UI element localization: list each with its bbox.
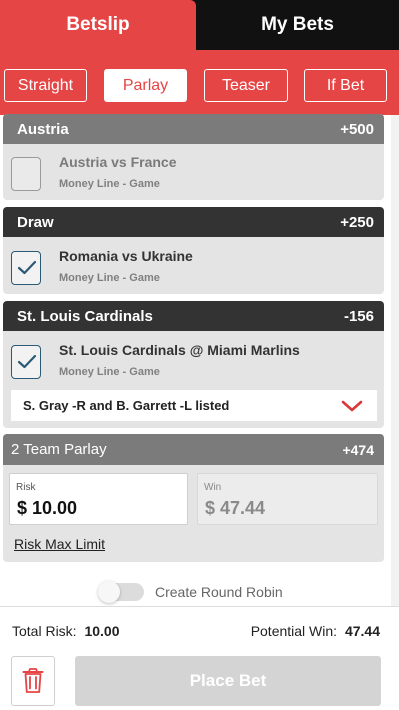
bet-type-straight-button[interactable]: Straight [4,69,87,102]
bet-type-bar: Straight Parlay Teaser If Bet [0,50,399,115]
total-risk-label: Total Risk: [12,623,77,639]
risk-input[interactable]: Risk $ 10.00 [9,473,188,525]
selection-team: St. Louis Cardinals [17,307,153,325]
selection-header: Draw +250 [3,207,384,237]
risk-label: Risk [16,482,36,493]
scrollbar[interactable] [391,115,399,606]
selection-card: Draw +250 Romania vs Ukraine Money Line … [3,207,384,294]
bet-type-parlay-button[interactable]: Parlay [104,69,187,102]
pitcher-dropdown-label: S. Gray -R and B. Garrett -L listed [23,398,230,413]
selection-odds: -156 [343,307,374,325]
selection-market: Money Line - Game [59,272,160,284]
risk-max-limit-link[interactable]: Risk Max Limit [14,536,105,552]
selection-market: Money Line - Game [59,366,160,378]
selection-card: Austria +500 Austria vs France Money Lin… [3,114,384,200]
check-icon [17,260,37,275]
total-risk: Total Risk: 10.00 [12,623,120,639]
trash-icon [22,668,44,693]
round-robin-label: Create Round Robin [155,584,283,600]
potential-win-value: 47.44 [344,623,380,639]
selection-team: Draw [17,213,54,231]
selection-matchup: Romania vs Ukraine [59,248,193,264]
place-bet-button[interactable]: Place Bet [75,656,381,706]
win-value: $ 47.44 [205,498,266,518]
selection-matchup: Austria vs France [59,154,177,170]
selection-checkbox[interactable] [11,157,41,191]
selection-checkbox[interactable] [11,251,41,285]
parlay-odds: +474 [342,441,374,458]
total-risk-value: 10.00 [84,623,120,639]
parlay-title: 2 Team Parlay [11,441,107,458]
risk-value: $ 10.00 [17,498,78,518]
tab-betslip[interactable]: Betslip [0,0,196,50]
totals-row: Total Risk: 10.00 Potential Win: 47.44 [12,623,380,639]
bet-type-if-bet-button[interactable]: If Bet [304,69,387,102]
chevron-down-icon [341,400,363,411]
round-robin-toggle[interactable] [98,581,144,603]
selection-market: Money Line - Game [59,178,160,190]
parlay-header: 2 Team Parlay +474 [3,434,384,465]
delete-button[interactable] [11,656,55,706]
win-label: Win [204,482,222,493]
top-tabs: Betslip My Bets [0,0,399,50]
selection-matchup: St. Louis Cardinals @ Miami Marlins [59,342,300,358]
betslip-footer: Total Risk: 10.00 Potential Win: 47.44 P… [0,606,399,710]
potential-win-label: Potential Win: [250,623,338,639]
bet-type-teaser-button[interactable]: Teaser [204,69,288,102]
toggle-knob [98,581,120,603]
check-icon [17,354,37,369]
tab-my-bets[interactable]: My Bets [196,0,399,50]
selection-checkbox[interactable] [11,345,41,379]
selection-odds: +250 [340,213,374,231]
parlay-card: 2 Team Parlay +474 Risk $ 10.00 Win $ 47… [3,434,384,562]
selection-header: Austria +500 [3,114,384,144]
selection-odds: +500 [340,120,374,138]
selection-team: Austria [17,120,69,138]
potential-win: Potential Win: 47.44 [251,623,380,639]
pitcher-dropdown[interactable]: S. Gray -R and B. Garrett -L listed [11,390,377,421]
selection-header: St. Louis Cardinals -156 [3,301,384,331]
win-field: Win $ 47.44 [197,473,378,525]
round-robin-row: Create Round Robin [0,581,399,603]
